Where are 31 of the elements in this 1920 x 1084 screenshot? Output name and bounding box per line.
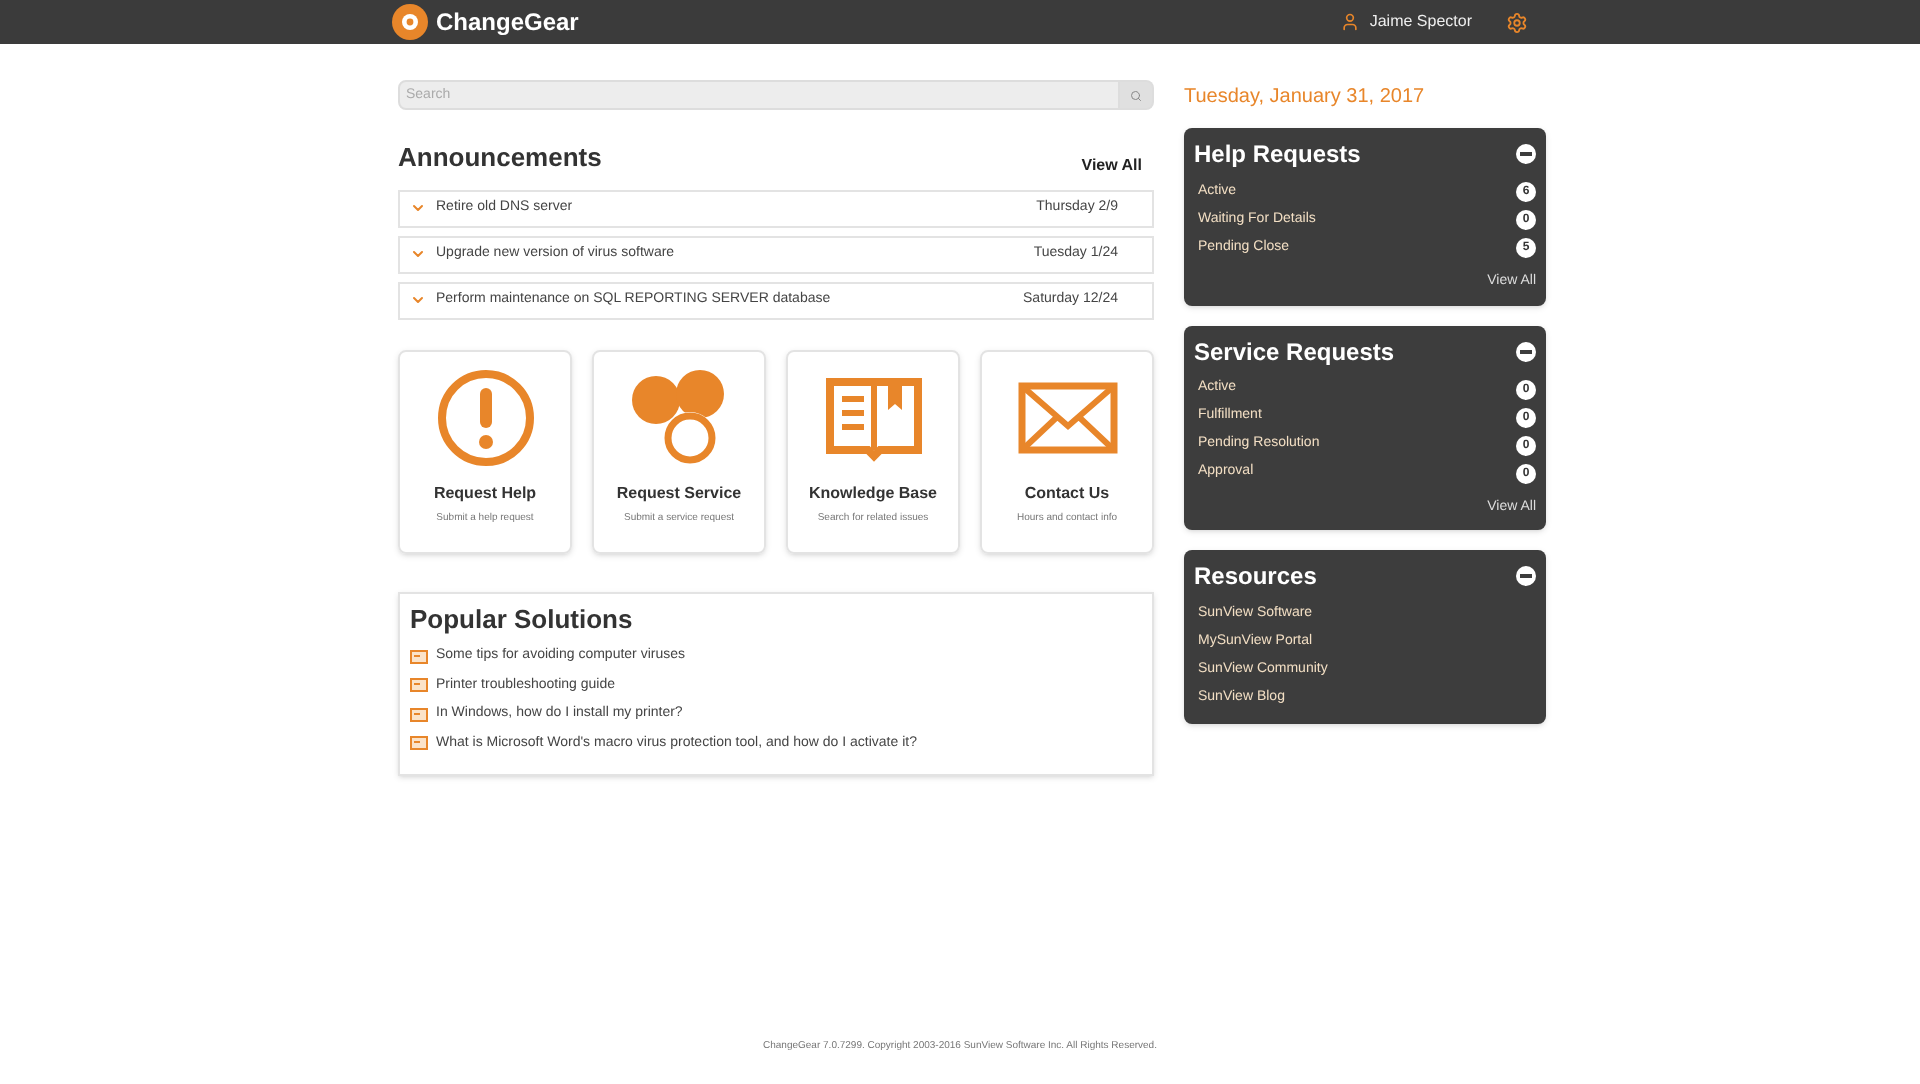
tile-title: Request Help [433,481,537,505]
panel-title: Help Requests [1194,138,1361,172]
book-icon [823,373,923,461]
chevron-icon [410,200,426,216]
search-icon [1130,89,1142,101]
brand-name[interactable]: ChangeGear [436,4,579,40]
exclamation-circle-icon [435,367,535,467]
article-icon [410,707,428,722]
view-all-link[interactable]: View All [1081,153,1142,177]
chevron-icon [410,246,426,262]
gear-logo-icon [392,4,428,40]
article-icon [410,678,428,693]
tile-title: Request Service [616,481,742,505]
envelope-icon [1017,381,1117,453]
tile-title: Knowledge Base [808,481,937,505]
article-icon [410,649,428,664]
settings-icon[interactable] [1506,11,1528,33]
panel-title: Resources [1194,560,1317,594]
collapse-icon[interactable] [1516,341,1536,361]
circles-icon [629,367,729,467]
chevron-icon [410,292,426,308]
current-date: Tuesday, January 31, 2017 [1184,84,1427,112]
tile-title: Contact Us [1024,481,1110,505]
article-icon [410,736,428,751]
panel-title: Service Requests [1194,335,1395,369]
section-title: Popular Solutions [410,601,635,638]
collapse-icon[interactable] [1516,566,1536,586]
user-icon [1339,12,1360,32]
collapse-icon[interactable] [1516,144,1536,164]
user-name[interactable]: Jaime Spector [1369,10,1472,34]
section-title: Announcements [398,140,602,176]
